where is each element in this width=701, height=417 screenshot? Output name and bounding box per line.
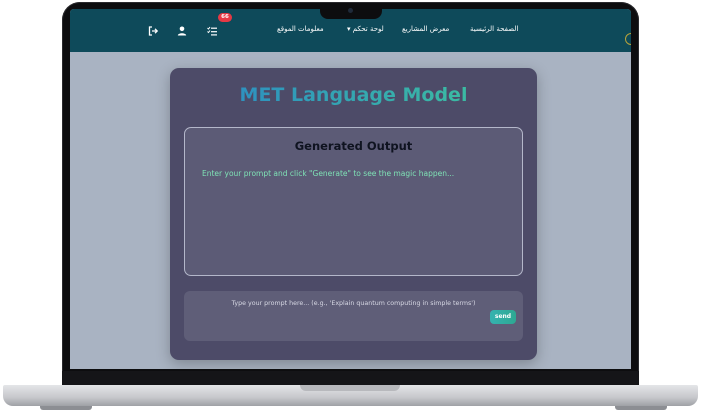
screen: 66 معلومات الموقع لوحة تحكم ▾ معرض المشا… <box>70 9 631 369</box>
logout-icon[interactable] <box>147 22 159 36</box>
nav-home[interactable]: الصفحة الرئيسية <box>470 24 518 34</box>
tasks-icon[interactable] <box>206 22 218 36</box>
notification-badge: 66 <box>218 13 232 22</box>
output-panel: Generated Output Enter your prompt and c… <box>184 127 523 276</box>
camera-notch <box>320 4 382 19</box>
prompt-input[interactable] <box>192 296 515 310</box>
nav-site-info[interactable]: معلومات الموقع <box>277 24 324 34</box>
laptop-foot-left <box>40 406 92 410</box>
send-button[interactable]: send <box>490 310 516 324</box>
page-title: MET Language Model <box>170 83 537 107</box>
user-icon[interactable] <box>176 22 188 36</box>
laptop-lip <box>300 385 400 391</box>
output-heading: Generated Output <box>294 139 413 153</box>
laptop-hinge <box>62 371 639 385</box>
prompt-area: send <box>184 291 523 341</box>
partial-ring-icon <box>625 33 631 45</box>
nav-dashboard-dropdown[interactable]: لوحة تحكم ▾ <box>347 24 384 34</box>
camera-icon <box>348 8 353 13</box>
output-text: Enter your prompt and click "Generate" t… <box>202 169 455 178</box>
laptop-foot-right <box>615 406 667 410</box>
nav-projects[interactable]: معرض المشاريع <box>402 24 449 34</box>
chat-card: MET Language Model Generated Output Ente… <box>170 68 537 360</box>
